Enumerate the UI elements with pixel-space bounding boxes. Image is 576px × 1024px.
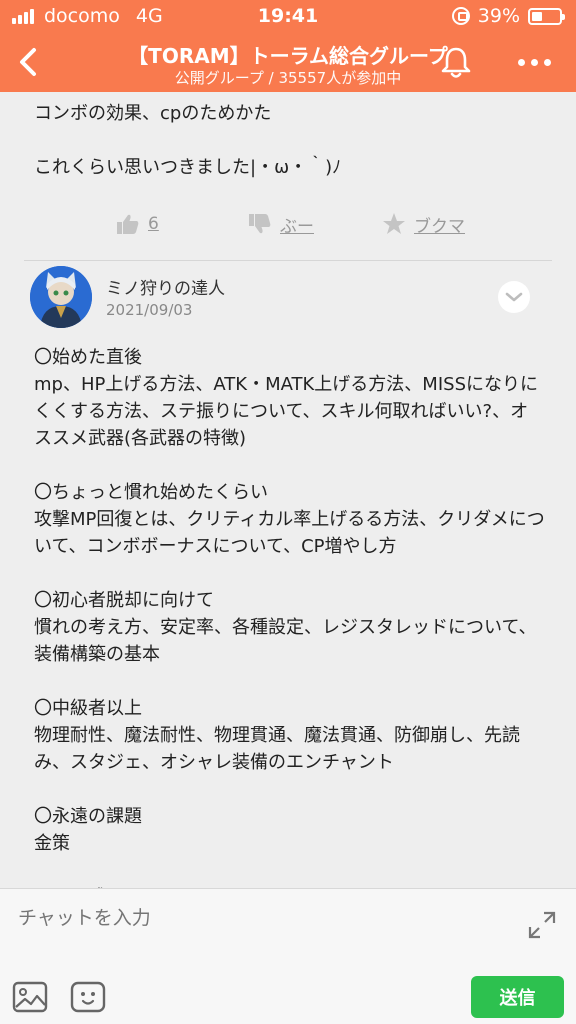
post-divider (24, 260, 552, 261)
chat-input[interactable] (18, 901, 498, 935)
post-date: 2021/09/03 (106, 301, 193, 319)
chat-content[interactable]: コンボの効果、cpのためかた これくらい思いつきました|・ω・｀)ﾉ 6 ぶー … (0, 92, 576, 888)
boo-button[interactable]: ぶー (248, 202, 314, 246)
like-button[interactable]: 6 (116, 202, 159, 246)
previous-post-text: コンボの効果、cpのためかた これくらい思いつきました|・ω・｀)ﾉ (34, 103, 342, 178)
image-icon[interactable] (12, 981, 48, 1013)
input-bar: 送信 (0, 888, 576, 1024)
battery-percent: 39% (477, 5, 520, 27)
post-text: 〇始めた直後 mp、HP上げる方法、ATK・MATK上げる方法、MISSになりに… (34, 347, 545, 888)
status-bar: docomo 4G 19:41 39% (0, 0, 576, 32)
stamp-icon[interactable] (70, 981, 106, 1013)
send-button[interactable]: 送信 (471, 976, 564, 1018)
chevron-down-icon[interactable] (498, 281, 530, 313)
more-icon[interactable] (510, 44, 558, 80)
battery-icon (528, 7, 565, 25)
nav-bar: 【TORAM】トーラム総合グループ 公開グループ / 35557人が参加中 (0, 32, 576, 92)
thumbs-down-icon (249, 214, 271, 234)
like-count: 6 (148, 214, 159, 234)
rotation-lock-icon (451, 7, 470, 25)
fullscreen-icon[interactable] (526, 909, 558, 941)
bookmark-label: ブクマ (414, 216, 465, 237)
back-icon[interactable] (10, 42, 50, 82)
author-name[interactable]: ミノ狩りの達人 (106, 274, 225, 299)
bell-icon[interactable] (436, 42, 476, 82)
star-icon (383, 213, 405, 234)
avatar[interactable] (30, 266, 92, 328)
bookmark-button[interactable]: ブクマ (382, 202, 465, 246)
boo-label: ぶー (280, 216, 314, 237)
reaction-bar: 6 ぶー ブクマ (0, 202, 576, 246)
app-header: docomo 4G 19:41 39% 【TORAM】トーラム総合グループ 公開… (0, 0, 576, 92)
thumbs-up-icon (117, 214, 139, 234)
